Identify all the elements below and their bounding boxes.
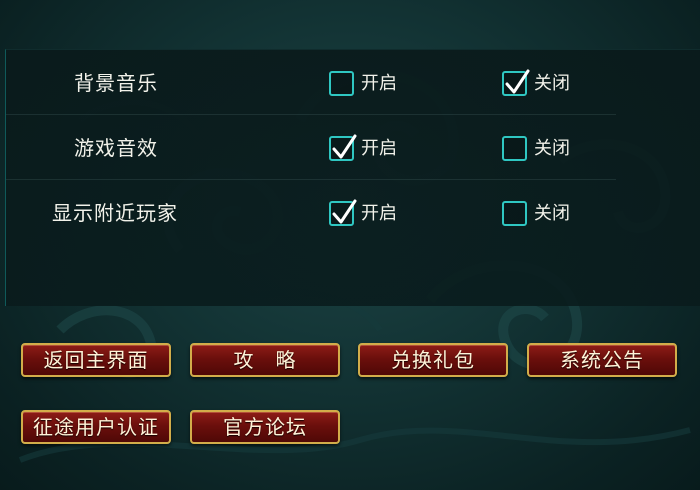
setting-row-show-nearby-players: 显示附近玩家 开启 关闭 (6, 180, 616, 244)
check-icon (505, 69, 530, 93)
background-music-off-checkbox[interactable] (502, 69, 530, 96)
return-main-menu-button[interactable]: 返回主界面 (21, 343, 171, 377)
game-sound-on-option[interactable]: 开启 (329, 134, 397, 162)
check-icon (332, 134, 357, 158)
option-label-on: 开启 (361, 72, 397, 94)
option-label-on: 开启 (361, 137, 397, 159)
show-nearby-players-on-option[interactable]: 开启 (329, 199, 397, 227)
game-sound-off-option[interactable]: 关闭 (502, 134, 570, 162)
setting-row-background-music: 背景音乐 开启 关闭 (6, 50, 616, 115)
show-nearby-players-off-checkbox[interactable] (502, 200, 527, 226)
show-nearby-players-on-checkbox[interactable] (329, 199, 357, 226)
check-icon (332, 199, 357, 223)
official-forum-button[interactable]: 官方论坛 (190, 410, 340, 444)
game-sound-on-checkbox[interactable] (329, 134, 357, 161)
setting-label-show-nearby-players: 显示附近玩家 (52, 201, 178, 225)
background-music-on-checkbox[interactable] (329, 70, 354, 96)
user-authentication-button[interactable]: 征途用户认证 (21, 410, 171, 444)
game-sound-off-checkbox[interactable] (502, 135, 527, 161)
system-announcement-button[interactable]: 系统公告 (527, 343, 677, 377)
guide-button[interactable]: 攻 略 (190, 343, 340, 377)
settings-panel: 背景音乐 开启 关闭 游戏音效 开启 关闭 显示附近玩家 开启 关闭 (5, 49, 700, 306)
background-music-on-option[interactable]: 开启 (329, 69, 397, 97)
option-label-off: 关闭 (534, 72, 570, 94)
background-music-off-option[interactable]: 关闭 (502, 69, 570, 97)
option-label-on: 开启 (361, 202, 397, 224)
setting-label-game-sound: 游戏音效 (74, 136, 158, 160)
option-label-off: 关闭 (534, 202, 570, 224)
setting-label-background-music: 背景音乐 (74, 71, 158, 95)
show-nearby-players-off-option[interactable]: 关闭 (502, 199, 570, 227)
option-label-off: 关闭 (534, 137, 570, 159)
redeem-gift-button[interactable]: 兑换礼包 (358, 343, 508, 377)
setting-row-game-sound: 游戏音效 开启 关闭 (6, 115, 616, 180)
